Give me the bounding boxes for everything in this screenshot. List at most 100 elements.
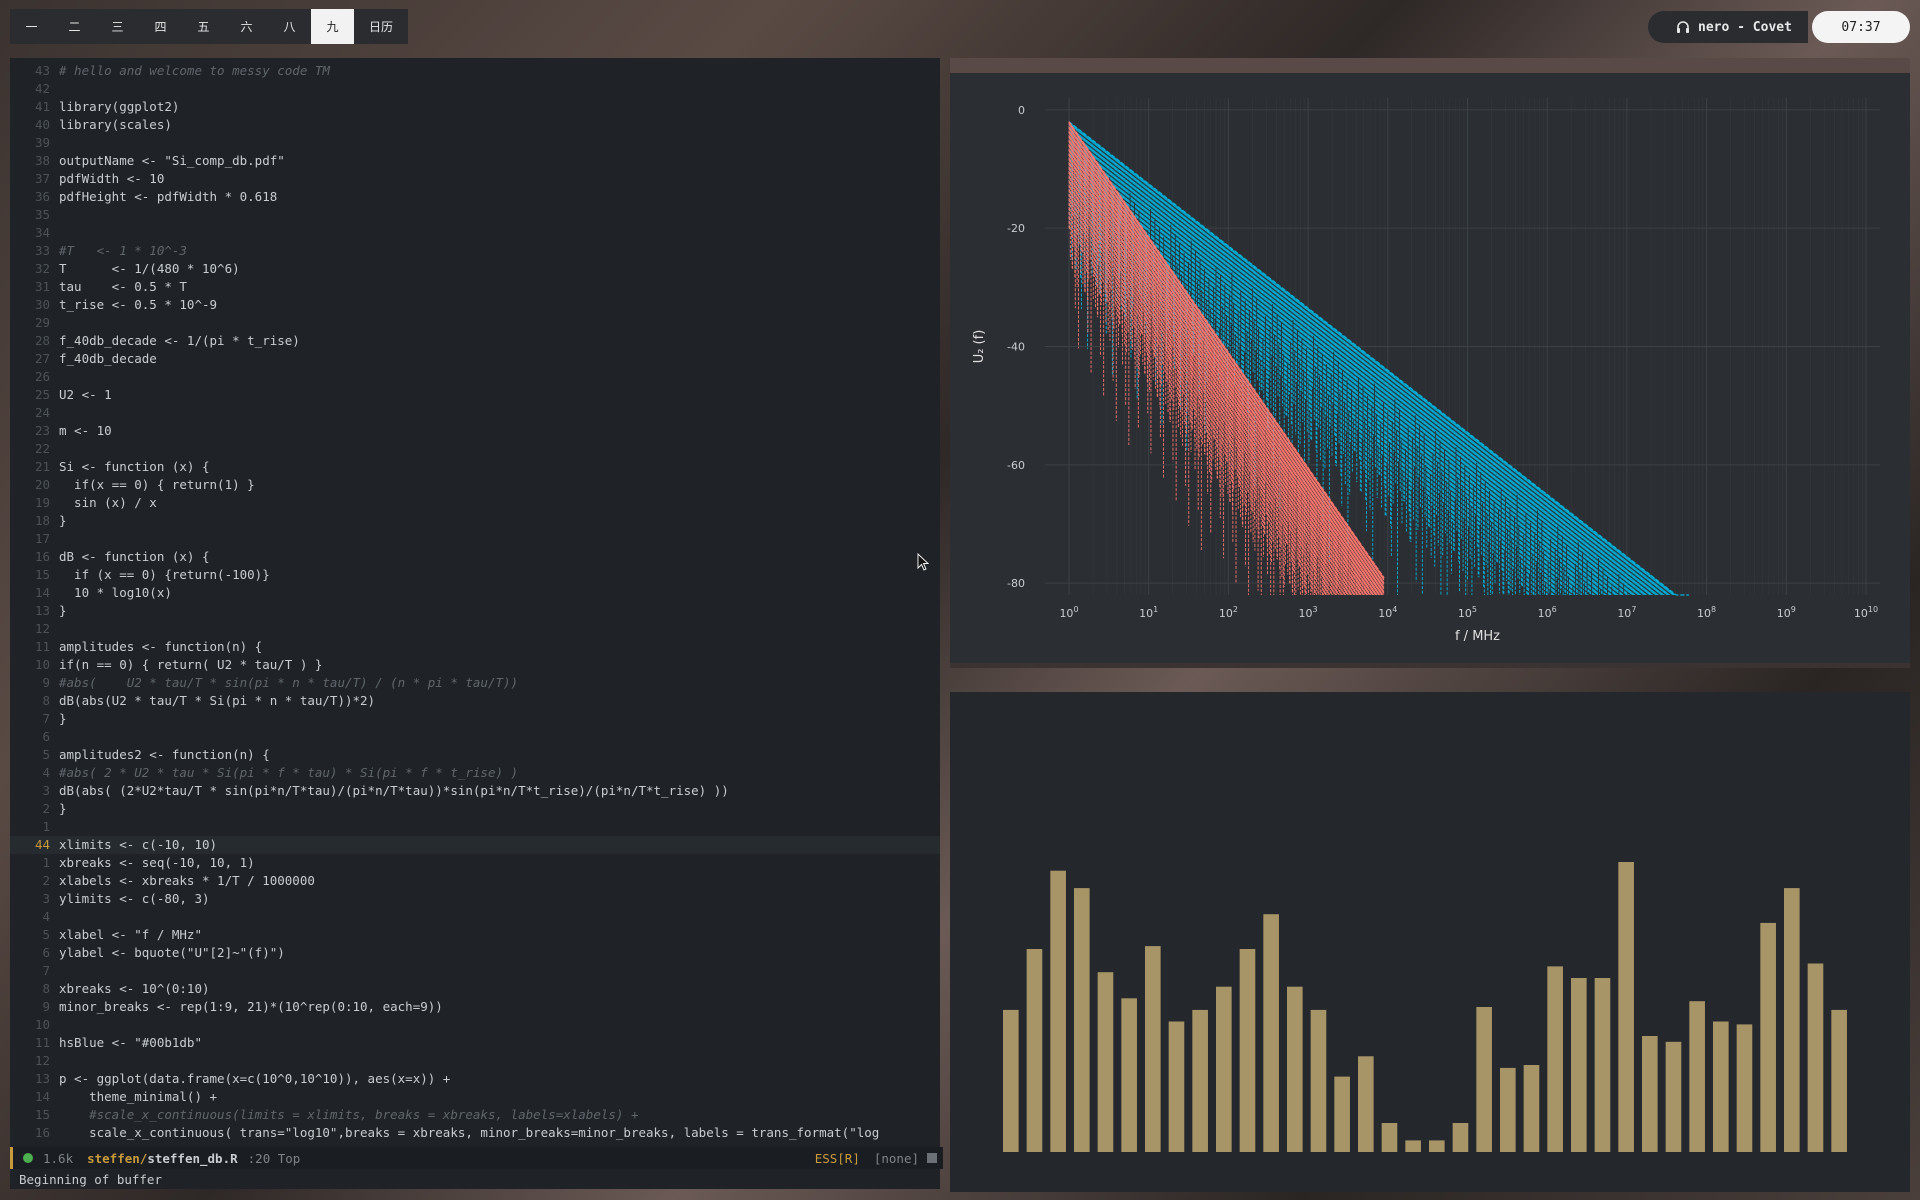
code-line[interactable]: 28 f_40db_decade <- 1/(pi * t_rise)	[10, 332, 940, 350]
now-playing[interactable]: nero - Covet	[1648, 11, 1808, 43]
code-line[interactable]: 27 f_40db_decade	[10, 350, 940, 368]
code-line[interactable]: 2}	[10, 800, 940, 818]
code-line[interactable]: 16 dB <- function (x) {	[10, 548, 940, 566]
code-line[interactable]: 9 minor_breaks <- rep(1:9, 21)*(10^rep(0:…	[10, 998, 940, 1016]
line-number: 27	[34, 351, 50, 366]
workspace-button[interactable]: 四	[139, 9, 182, 44]
code-line[interactable]: 30 t_rise <- 0.5 * 10^-9	[10, 296, 940, 314]
code-line[interactable]: 13 p <- ggplot(data.frame(x=c(10^0,10^10)…	[10, 1070, 940, 1088]
workspace-button[interactable]: 九	[311, 9, 354, 44]
audio-visualizer	[950, 692, 1910, 1192]
code-line[interactable]: 15 if (x == 0) {return(-100)}	[10, 566, 940, 584]
code-line[interactable]: 12	[10, 620, 940, 638]
code-line[interactable]: 1	[10, 818, 940, 836]
workspace-button[interactable]: 三	[96, 9, 139, 44]
workspace-button[interactable]: 八	[268, 9, 311, 44]
workspace-button[interactable]: 日历	[354, 9, 408, 44]
code-line[interactable]: 5 amplitudes2 <- function(n) {	[10, 746, 940, 764]
visualizer-bar	[1618, 862, 1634, 1152]
line-text: xbreaks <- seq(-10, 10, 1)	[59, 855, 255, 870]
code-line[interactable]: 18}	[10, 512, 940, 530]
code-line[interactable]: 10 if(n == 0) { return( U2 * tau/T ) }	[10, 656, 940, 674]
code-line[interactable]: 42	[10, 80, 940, 98]
code-line[interactable]: 21 Si <- function (x) {	[10, 458, 940, 476]
code-line[interactable]: 10	[10, 1016, 940, 1034]
line-number: 37	[34, 171, 50, 186]
line-number: 38	[34, 153, 50, 168]
code-line[interactable]: 9 #abs( U2 * tau/T * sin(pi * n * tau/T) …	[10, 674, 940, 692]
code-line[interactable]: 5 xlabel <- "f / MHz"	[10, 926, 940, 944]
code-line[interactable]: 16 scale_x_continuous( trans="log10",bre…	[10, 1124, 940, 1142]
code-line[interactable]: 40 library(scales)	[10, 116, 940, 134]
code-line[interactable]: 7	[10, 962, 940, 980]
code-line[interactable]: 4 #abs( 2 * U2 * tau * Si(pi * f * tau) *…	[10, 764, 940, 782]
line-number: 13	[34, 1071, 50, 1086]
code-line[interactable]: 34	[10, 224, 940, 242]
code-editor[interactable]: 43 # hello and welcome to messy code TM 42…	[10, 58, 943, 1189]
code-line[interactable]: 32 T <- 1/(480 * 10^6)	[10, 260, 940, 278]
code-line[interactable]: 11 hsBlue <- "#00b1db"	[10, 1034, 940, 1052]
code-line[interactable]: 26	[10, 368, 940, 386]
workspace-button[interactable]: 一	[10, 9, 53, 44]
line-number: 19	[34, 495, 50, 510]
code-line[interactable]: 14 theme_minimal() +	[10, 1088, 940, 1106]
code-line[interactable]: 36 pdfHeight <- pdfWidth * 0.618	[10, 188, 940, 206]
line-text: hsBlue <- "#00b1db"	[59, 1035, 202, 1050]
code-line[interactable]: 15 #scale_x_continuous(limits = xlimits,…	[10, 1106, 940, 1124]
code-line[interactable]: 4	[10, 908, 940, 926]
line-text: scale_x_continuous( trans="log10",breaks…	[59, 1125, 880, 1140]
code-line[interactable]: 11 amplitudes <- function(n) {	[10, 638, 940, 656]
code-line[interactable]: 7}	[10, 710, 940, 728]
code-line[interactable]: 24	[10, 404, 940, 422]
line-number: 26	[34, 369, 50, 384]
modeline: 1.6k steffen/ steffen_db.R :20 Top ESS[R…	[10, 1147, 943, 1169]
code-line[interactable]: 25 U2 <- 1	[10, 386, 940, 404]
line-number: 40	[34, 117, 50, 132]
code-line[interactable]: 20 if(x == 0) { return(1) }	[10, 476, 940, 494]
line-number: 8	[42, 981, 50, 996]
code-line[interactable]: 23 m <- 10	[10, 422, 940, 440]
code-line[interactable]: 38 outputName <- "Si_comp_db.pdf"	[10, 152, 940, 170]
code-line[interactable]: 8 xbreaks <- 10^(0:10)	[10, 980, 940, 998]
code-line[interactable]: 33 #T <- 1 * 10^-3	[10, 242, 940, 260]
mouse-cursor-icon	[917, 553, 930, 571]
code-buffer[interactable]: 43 # hello and welcome to messy code TM 42…	[10, 62, 940, 1142]
code-line[interactable]: 35	[10, 206, 940, 224]
line-number: 4	[42, 765, 50, 780]
workspace-button[interactable]: 五	[182, 9, 225, 44]
code-line[interactable]: 43 # hello and welcome to messy code TM	[10, 62, 940, 80]
code-line[interactable]: 3 ylimits <- c(-80, 3)	[10, 890, 940, 908]
visualizer-bar	[1216, 986, 1232, 1152]
visualizer-bar	[1476, 1007, 1492, 1152]
workspace-button[interactable]: 二	[53, 9, 96, 44]
visualizer-bar	[1239, 949, 1256, 1152]
line-number: 11	[34, 1035, 50, 1050]
code-line[interactable]: 2 xlabels <- xbreaks * 1/T / 1000000	[10, 872, 940, 890]
code-line[interactable]: 6	[10, 728, 940, 746]
line-number: 18	[34, 513, 50, 528]
code-line[interactable]: 8 dB(abs(U2 * tau/T * Si(pi * n * tau/T))…	[10, 692, 940, 710]
line-number: 22	[34, 441, 50, 456]
code-line[interactable]: 17	[10, 530, 940, 548]
line-text: library(scales)	[59, 117, 172, 132]
code-line[interactable]: 14 10 * log10(x)	[10, 584, 940, 602]
code-line[interactable]: 41 library(ggplot2)	[10, 98, 940, 116]
code-line[interactable]: 13}	[10, 602, 940, 620]
code-line[interactable]: 37 pdfWidth <- 10	[10, 170, 940, 188]
code-line[interactable]: 31 tau <- 0.5 * T	[10, 278, 940, 296]
code-line[interactable]: 29	[10, 314, 940, 332]
code-line[interactable]: 39	[10, 134, 940, 152]
code-line[interactable]: 6 ylabel <- bquote("U"[2]~"(f)")	[10, 944, 940, 962]
x-tick-label: 103	[1299, 605, 1318, 620]
line-number: 1	[42, 855, 50, 870]
code-line[interactable]: 44 xlimits <- c(-10, 10)	[10, 836, 940, 854]
code-line[interactable]: 22	[10, 440, 940, 458]
code-line[interactable]: 19 sin (x) / x	[10, 494, 940, 512]
line-text: pdfWidth <- 10	[59, 171, 165, 186]
workspace-button[interactable]: 六	[225, 9, 268, 44]
code-line[interactable]: 1 xbreaks <- seq(-10, 10, 1)	[10, 854, 940, 872]
code-line[interactable]: 12	[10, 1052, 940, 1070]
visualizer-bar	[1192, 1009, 1208, 1152]
series-0	[1068, 121, 1689, 596]
code-line[interactable]: 3 dB(abs( (2*U2*tau/T * sin(pi*n/T*tau)/(…	[10, 782, 940, 800]
